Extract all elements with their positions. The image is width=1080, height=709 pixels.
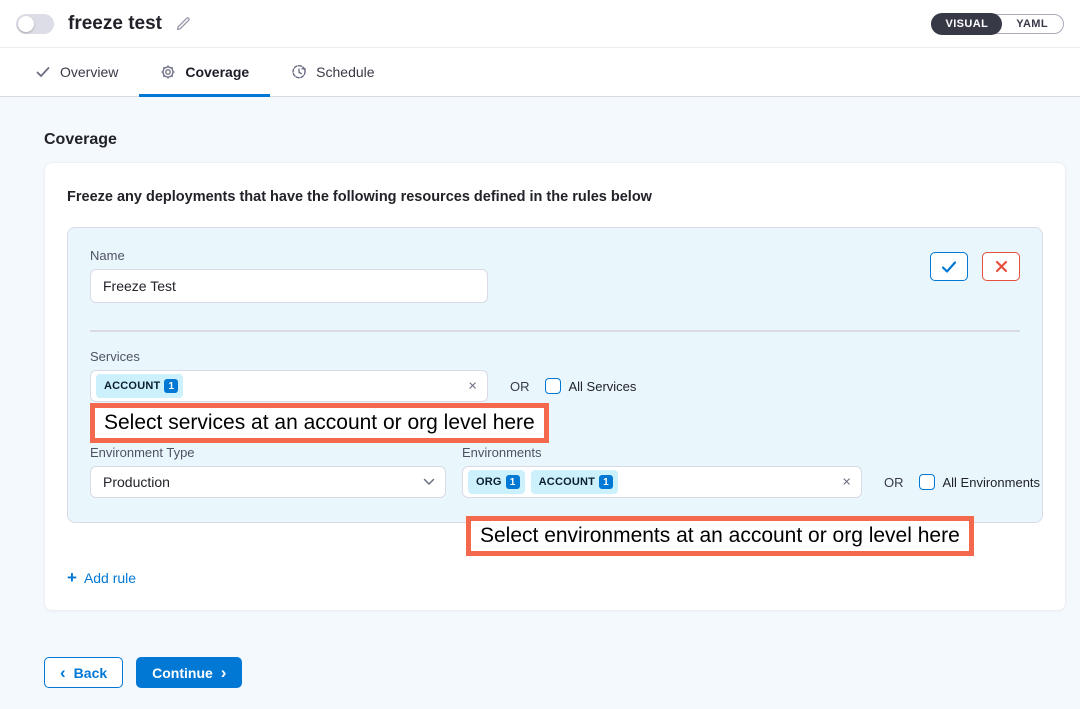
all-environments-label: All Environments xyxy=(943,475,1041,490)
or-label: OR xyxy=(510,379,530,394)
section-title: Coverage xyxy=(44,131,1066,149)
rule-actions xyxy=(930,252,1020,281)
tab-label: Overview xyxy=(60,64,118,80)
tab-label: Coverage xyxy=(185,64,249,80)
checkmark-icon xyxy=(941,260,957,274)
page-title: freeze test xyxy=(68,13,162,35)
gear-icon xyxy=(160,64,176,80)
divider xyxy=(90,330,1020,332)
back-label: Back xyxy=(74,665,107,681)
tag-text: ACCOUNT xyxy=(539,476,595,488)
environments-or-group: OR All Environments xyxy=(884,466,1040,498)
chevron-right-icon: › xyxy=(221,664,227,681)
services-or-group: OR All Services xyxy=(510,370,636,402)
x-icon xyxy=(995,260,1008,273)
back-button[interactable]: ‹ Back xyxy=(44,657,123,688)
environments-label: Environments xyxy=(462,445,1040,460)
top-bar: freeze test VISUAL YAML xyxy=(0,0,1080,48)
tag-count-badge: 1 xyxy=(164,379,178,393)
services-field: Services ACCOUNT 1 × xyxy=(90,349,488,402)
chevron-down-icon xyxy=(423,478,435,486)
continue-label: Continue xyxy=(152,665,213,681)
rule-name-input[interactable] xyxy=(90,269,488,303)
environments-multiselect[interactable]: ORG 1 ACCOUNT 1 × xyxy=(462,466,862,498)
yaml-segment[interactable]: YAML xyxy=(1001,18,1063,30)
environment-type-value: Production xyxy=(103,474,170,490)
coverage-card: Freeze any deployments that have the fol… xyxy=(44,162,1066,611)
service-scope-tag[interactable]: ACCOUNT 1 xyxy=(96,374,183,398)
coverage-intro-text: Freeze any deployments that have the fol… xyxy=(67,189,1043,205)
environments-row: Environment Type Production Environments… xyxy=(90,445,1020,498)
tag-count-badge: 1 xyxy=(599,475,613,489)
tag-count-badge: 1 xyxy=(506,475,520,489)
wizard-footer: ‹ Back Continue › xyxy=(44,657,1080,688)
environment-scope-tag[interactable]: ORG 1 xyxy=(468,470,525,494)
environment-scope-tag[interactable]: ACCOUNT 1 xyxy=(531,470,618,494)
coverage-content: Coverage Freeze any deployments that hav… xyxy=(0,131,1080,611)
tab-schedule[interactable]: Schedule xyxy=(270,48,395,96)
environment-type-select[interactable]: Production xyxy=(90,466,446,498)
services-row: Services ACCOUNT 1 × OR All Services xyxy=(90,349,1020,402)
all-environments-checkbox[interactable] xyxy=(919,474,935,490)
environments-annotation: Select environments at an account or org… xyxy=(466,516,974,556)
services-annotation: Select services at an account or org lev… xyxy=(90,403,549,443)
add-rule-button[interactable]: + Add rule xyxy=(67,569,136,586)
all-services-checkbox[interactable] xyxy=(545,378,561,394)
history-clock-icon xyxy=(291,64,307,80)
services-multiselect[interactable]: ACCOUNT 1 × xyxy=(90,370,488,402)
environments-field: Environments ORG 1 ACCOUNT 1 × xyxy=(462,445,1040,498)
freeze-rule-card: Name Services ACCOUNT 1 × OR xyxy=(67,227,1043,523)
clear-services-icon[interactable]: × xyxy=(468,379,477,394)
all-services-label: All Services xyxy=(569,379,637,394)
tab-coverage[interactable]: Coverage xyxy=(139,48,270,96)
clear-environments-icon[interactable]: × xyxy=(842,475,851,490)
plus-icon: + xyxy=(67,569,77,586)
tag-text: ORG xyxy=(476,476,502,488)
or-label: OR xyxy=(884,475,904,490)
tab-bar: Overview Coverage Schedule xyxy=(0,48,1080,97)
toggle-knob xyxy=(18,16,34,32)
environment-type-field: Environment Type Production xyxy=(90,445,446,498)
environment-type-label: Environment Type xyxy=(90,445,446,460)
services-label: Services xyxy=(90,349,488,364)
check-icon xyxy=(35,64,51,80)
name-label: Name xyxy=(90,248,1020,263)
continue-button[interactable]: Continue › xyxy=(136,657,242,688)
tab-label: Schedule xyxy=(316,64,374,80)
delete-rule-button[interactable] xyxy=(982,252,1020,281)
freeze-enable-toggle[interactable] xyxy=(16,14,54,34)
tag-text: ACCOUNT xyxy=(104,380,160,392)
visual-segment[interactable]: VISUAL xyxy=(931,13,1002,35)
chevron-left-icon: ‹ xyxy=(60,664,66,681)
confirm-rule-button[interactable] xyxy=(930,252,968,281)
visual-yaml-toggle: VISUAL YAML xyxy=(931,14,1064,34)
edit-title-icon[interactable] xyxy=(174,15,192,33)
add-rule-label: Add rule xyxy=(84,570,136,586)
tab-overview[interactable]: Overview xyxy=(14,48,139,96)
